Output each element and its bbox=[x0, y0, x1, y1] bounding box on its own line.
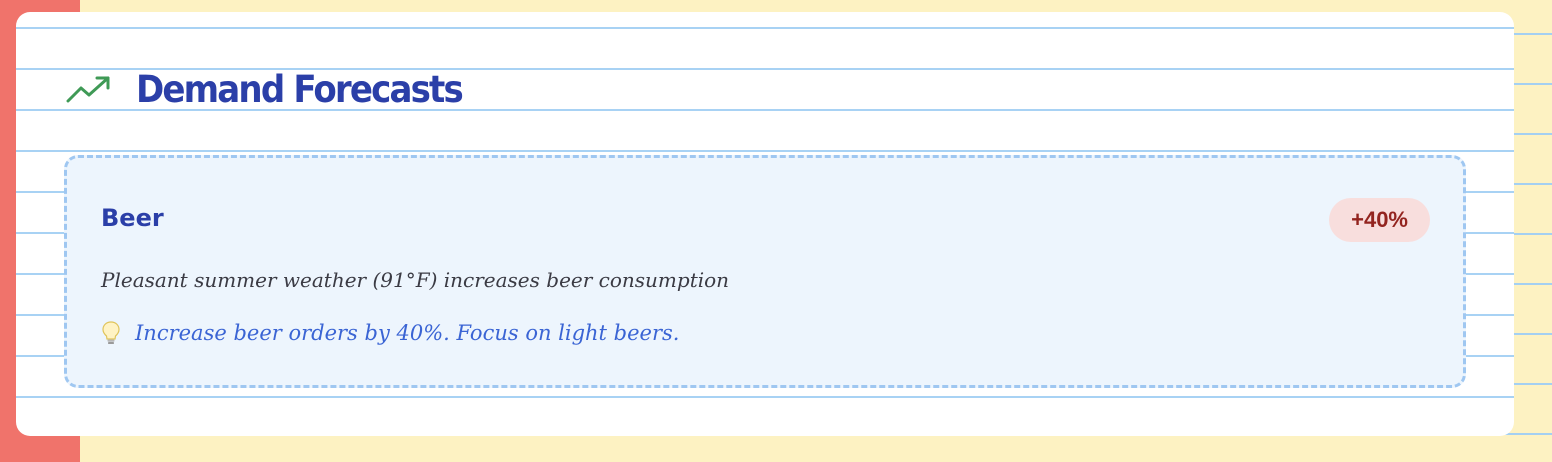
section-header: Demand Forecasts bbox=[66, 64, 490, 114]
recommendation-text: Increase beer orders by 40%. Focus on li… bbox=[135, 321, 680, 345]
forecast-reason: Pleasant summer weather (91°F) increases… bbox=[101, 268, 730, 292]
demand-forecasts-panel: Demand Forecasts Beer +40% Pleasant summ… bbox=[16, 12, 1514, 436]
forecast-item-name: Beer bbox=[101, 204, 164, 232]
forecast-change-badge: +40% bbox=[1329, 198, 1430, 242]
forecast-recommendation: Increase beer orders by 40%. Focus on li… bbox=[101, 320, 679, 346]
lightbulb-icon bbox=[101, 320, 121, 346]
section-title: Demand Forecasts bbox=[136, 67, 464, 111]
forecast-card: Beer +40% Pleasant summer weather (91°F)… bbox=[64, 155, 1466, 388]
trending-up-icon bbox=[66, 74, 112, 104]
